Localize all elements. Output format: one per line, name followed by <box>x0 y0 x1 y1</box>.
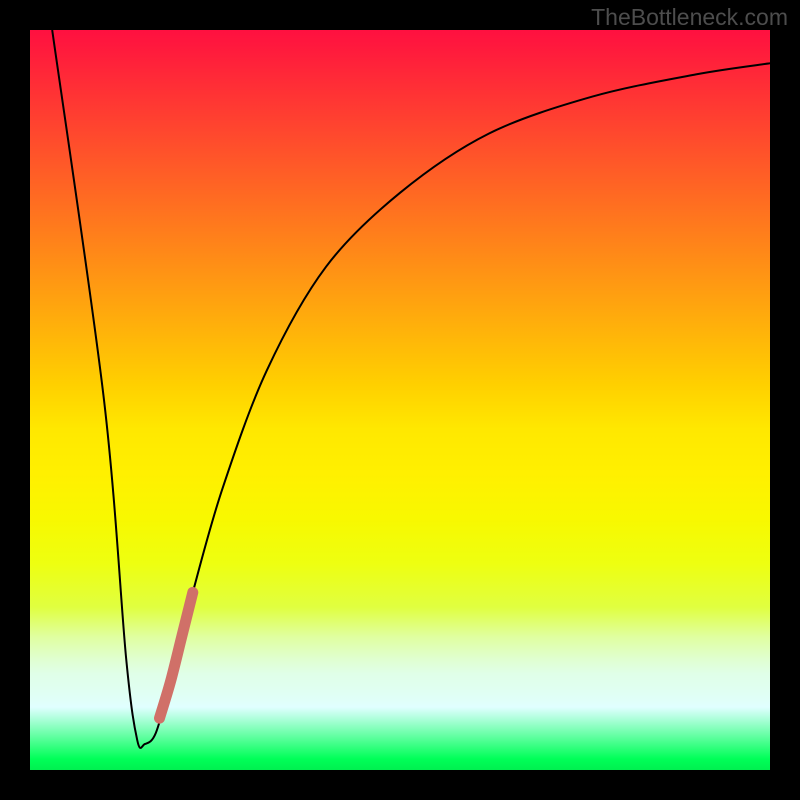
chart-container: TheBottleneck.com <box>0 0 800 800</box>
plot-area <box>30 30 770 770</box>
bottleneck-curve <box>52 30 770 748</box>
watermark-text: TheBottleneck.com <box>591 4 788 31</box>
curve-svg <box>30 30 770 770</box>
highlight-segment <box>160 592 193 718</box>
